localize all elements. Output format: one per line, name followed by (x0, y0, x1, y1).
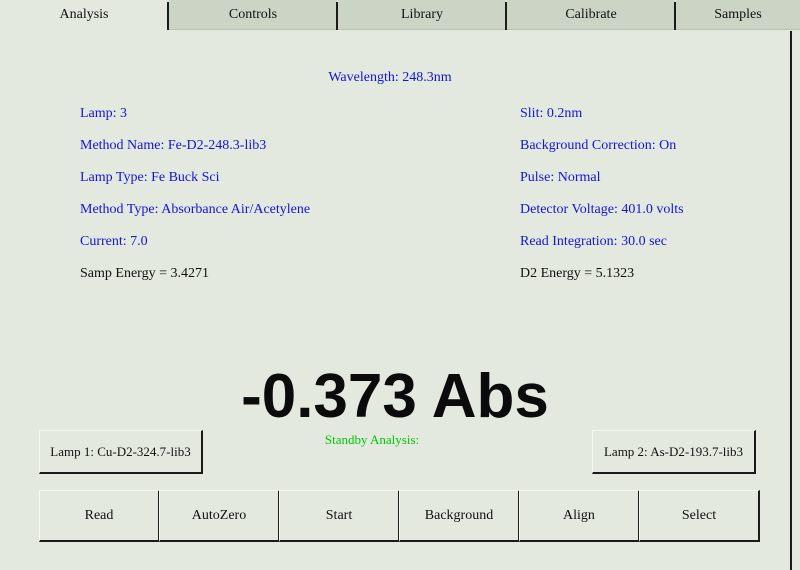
tab-divider (336, 2, 338, 30)
lamp1-display[interactable]: Lamp 1: Cu-D2-324.7-lib3 (39, 430, 203, 474)
tab-divider (167, 2, 169, 30)
tab-divider (505, 2, 507, 30)
status-message: Standby Analysis: (324, 432, 420, 447)
param-background-correction: Background Correction: On (520, 138, 677, 153)
select-button[interactable]: Select (639, 490, 760, 542)
tab-bar-underline (0, 30, 800, 31)
button-bar: Read AutoZero Start Background Align Sel… (0, 490, 800, 550)
param-current: Current: 7.0 (80, 234, 148, 249)
lamp2-display[interactable]: Lamp 2: As-D2-193.7-lib3 (592, 430, 756, 474)
read-button[interactable]: Read (39, 490, 160, 542)
tab-library[interactable]: Library (338, 0, 506, 30)
tab-bar: Analysis Controls Library Calibrate Samp… (0, 0, 800, 31)
param-method-type: Method Type: Absorbance Air/Acetylene (80, 202, 311, 217)
param-pulse: Pulse: Normal (520, 170, 601, 185)
param-detector-voltage: Detector Voltage: 401.0 volts (520, 202, 684, 217)
param-method-name: Method Name: Fe-D2-248.3-lib3 (80, 138, 267, 153)
align-button[interactable]: Align (519, 490, 640, 542)
tab-controls[interactable]: Controls (169, 0, 337, 30)
tab-analysis[interactable]: Analysis (0, 0, 168, 31)
param-read-integration: Read Integration: 30.0 sec (520, 234, 667, 249)
autozero-button[interactable]: AutoZero (159, 490, 280, 542)
absorbance-readout: -0.373 Abs (241, 362, 549, 431)
start-button[interactable]: Start (279, 490, 400, 542)
tab-divider (674, 2, 676, 30)
param-lamp: Lamp: 3 (80, 106, 128, 121)
wavelength-readout: Wavelength: 248.3nm (328, 70, 452, 85)
tab-calibrate[interactable]: Calibrate (507, 0, 675, 30)
param-lamp-type: Lamp Type: Fe Buck Sci (80, 170, 220, 185)
param-slit: Slit: 0.2nm (520, 106, 583, 121)
background-button[interactable]: Background (399, 490, 520, 542)
param-d2-energy: D2 Energy = 5.1323 (520, 266, 635, 281)
tab-samples[interactable]: Samples (676, 0, 800, 30)
param-samp-energy: Samp Energy = 3.4271 (80, 266, 209, 281)
